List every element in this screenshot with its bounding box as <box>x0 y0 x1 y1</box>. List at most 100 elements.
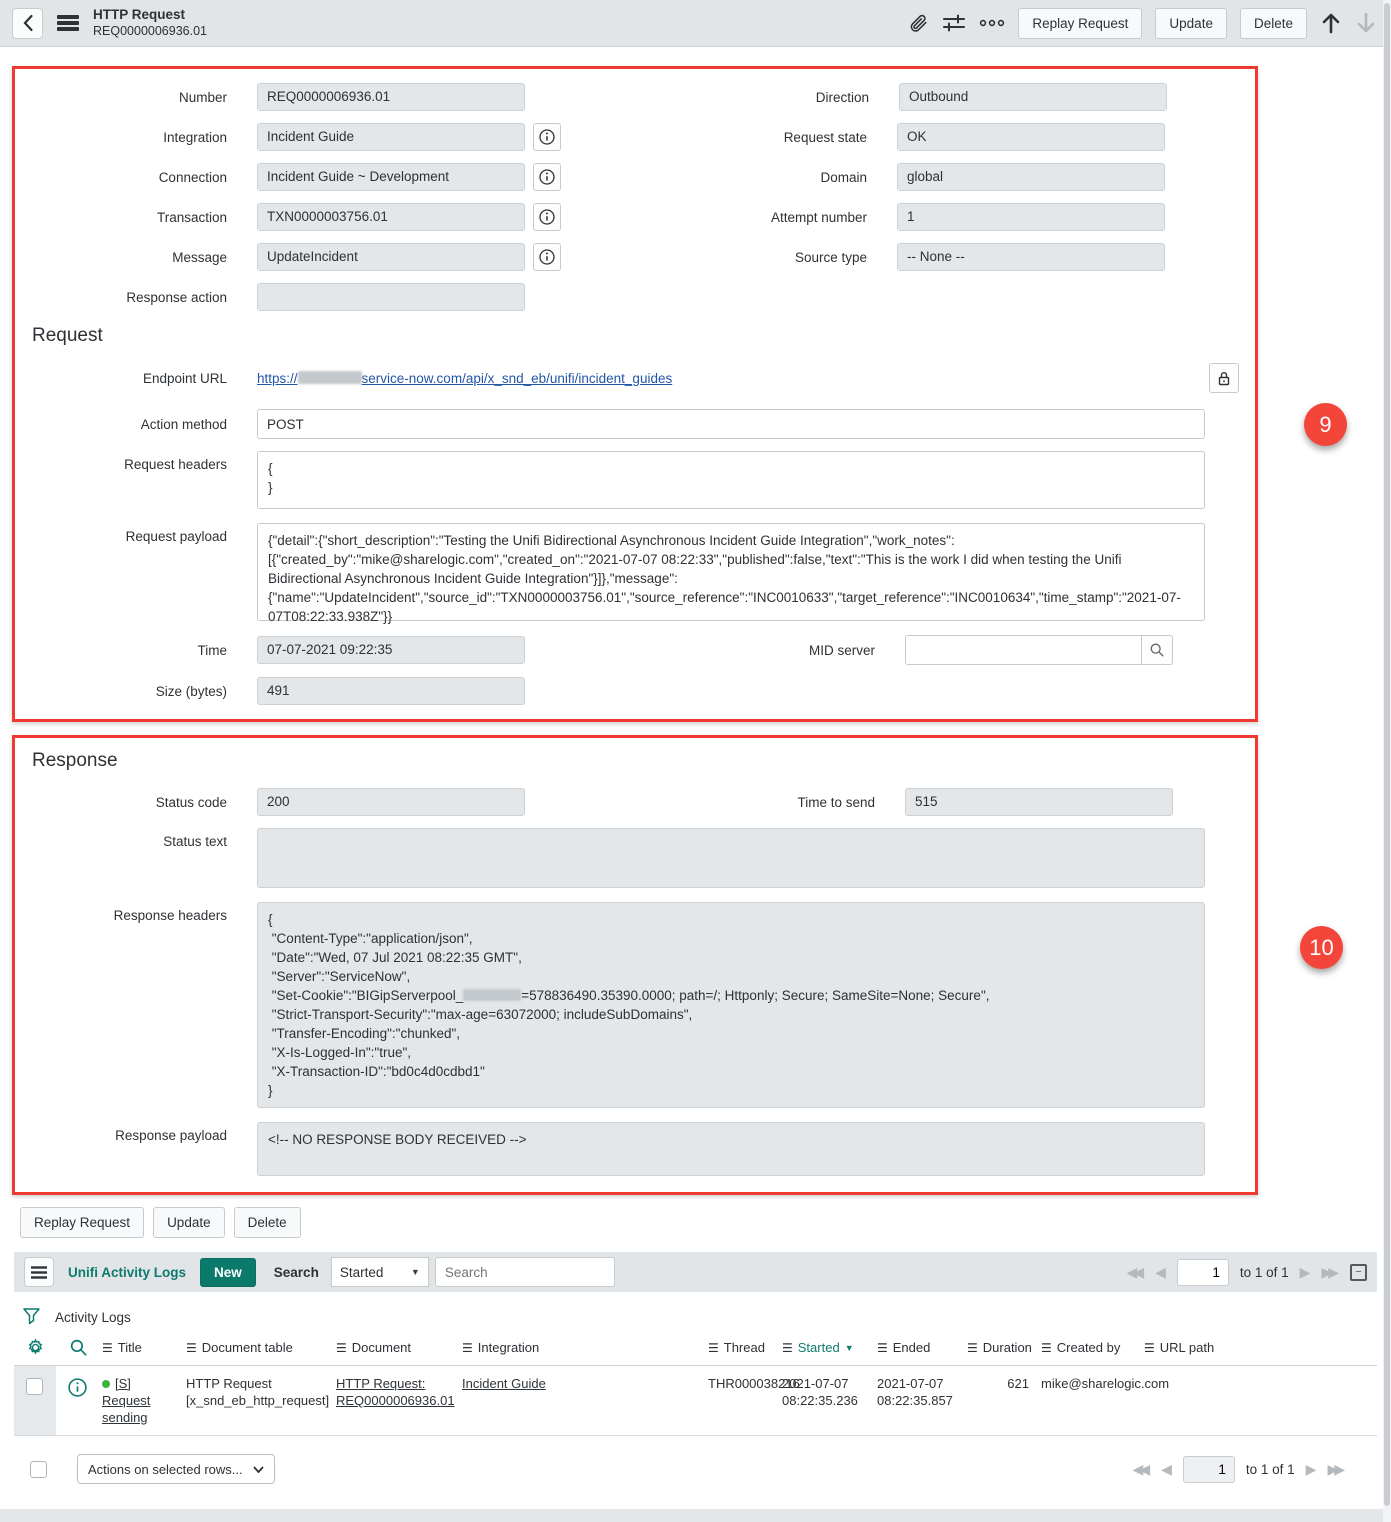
column-header-integration[interactable]: ☰Integration <box>454 1330 700 1365</box>
row-checkbox-cell <box>14 1366 56 1435</box>
next-record-arrow-icon[interactable] <box>1355 11 1377 35</box>
scrollbar-thumb[interactable] <box>1384 3 1390 1506</box>
page-range-text: to 1 of 1 <box>1246 1462 1295 1477</box>
attachment-paperclip-icon[interactable] <box>907 12 929 34</box>
column-menu-icon[interactable]: ☰ <box>782 1341 793 1355</box>
footer-delete-button[interactable]: Delete <box>234 1207 301 1238</box>
list-search-icon[interactable] <box>56 1330 100 1365</box>
personalize-form-sliders-icon[interactable] <box>942 12 966 34</box>
column-header-started[interactable]: ☰Started▼ <box>780 1330 875 1365</box>
cell-url-path <box>1142 1366 1377 1435</box>
column-menu-icon[interactable]: ☰ <box>1041 1341 1052 1355</box>
column-header-title[interactable]: ☰Title <box>100 1330 184 1365</box>
column-header-url-path[interactable]: ☰URL path <box>1142 1330 1377 1365</box>
last-page-icon[interactable]: ▶▶ <box>1321 1265 1339 1279</box>
new-record-button[interactable]: New <box>200 1258 256 1287</box>
delete-button[interactable]: Delete <box>1240 8 1307 39</box>
document-link[interactable]: HTTP Request: REQ0000006936.01 <box>336 1376 455 1408</box>
previous-record-arrow-icon[interactable] <box>1320 11 1342 35</box>
list-pagination-bottom: ◀◀ ◀ to 1 of 1 ▶ ▶▶ <box>1133 1456 1377 1483</box>
column-header-document[interactable]: ☰Document <box>334 1330 454 1365</box>
next-page-icon[interactable]: ▶ <box>1300 1265 1311 1279</box>
form-header-bar: HTTP Request REQ0000006936.01 Replay Req… <box>0 0 1391 47</box>
mid-server-lookup-button[interactable] <box>1142 635 1173 665</box>
column-menu-icon[interactable]: ☰ <box>186 1341 197 1355</box>
status-text-field <box>257 828 1205 888</box>
column-menu-icon[interactable]: ☰ <box>102 1341 113 1355</box>
cell-thread: THR000038216 <box>700 1366 780 1435</box>
column-menu-icon[interactable]: ☰ <box>1144 1341 1155 1355</box>
lock-icon <box>1216 370 1232 387</box>
search-field-select[interactable]: Started ▼ <box>331 1257 429 1287</box>
record-preview-info-icon[interactable] <box>67 1377 88 1426</box>
column-menu-icon[interactable]: ☰ <box>877 1341 888 1355</box>
last-page-icon[interactable]: ▶▶ <box>1327 1462 1345 1476</box>
previous-page-icon[interactable]: ◀ <box>1155 1265 1166 1279</box>
integration-reference-info-button[interactable] <box>533 123 561 151</box>
attempt-number-label: Attempt number <box>561 210 867 225</box>
response-headers-label: Response headers <box>15 902 227 923</box>
endpoint-url-lock-button[interactable] <box>1209 363 1239 393</box>
column-header-document-table[interactable]: ☰Document table <box>184 1330 334 1365</box>
list-context-menu-button[interactable] <box>24 1257 54 1287</box>
list-pagination-top: ◀◀ ◀ to 1 of 1 ▶ ▶▶ − <box>1127 1259 1367 1286</box>
actions-on-selected-rows-select[interactable]: Actions on selected rows... <box>77 1454 275 1484</box>
time-to-send-field: 515 <box>905 788 1173 816</box>
cell-title: [S] Request sending <box>100 1366 184 1435</box>
footer-update-button[interactable]: Update <box>153 1207 225 1238</box>
action-method-label: Action method <box>15 417 227 432</box>
request-headers-textarea[interactable]: { } <box>257 451 1205 509</box>
related-list-title-link[interactable]: Unifi Activity Logs <box>68 1265 186 1280</box>
list-personalize-gear-icon[interactable] <box>14 1330 56 1365</box>
more-options-icon[interactable] <box>979 17 1005 29</box>
column-menu-icon[interactable]: ☰ <box>708 1341 719 1355</box>
activity-logs-breadcrumb[interactable]: Activity Logs <box>55 1310 131 1325</box>
redacted-instance-name <box>298 371 362 384</box>
column-header-created-by[interactable]: ☰Created by <box>1035 1330 1142 1365</box>
update-button[interactable]: Update <box>1155 8 1227 39</box>
next-page-icon[interactable]: ▶ <box>1306 1462 1317 1476</box>
first-page-icon[interactable]: ◀◀ <box>1127 1265 1145 1279</box>
endpoint-url-link[interactable]: https://service-now.com/api/x_snd_eb/uni… <box>257 371 672 386</box>
transaction-reference-info-button[interactable] <box>533 203 561 231</box>
activity-logs-header-row: ☰Title ☰Document table ☰Document ☰Integr… <box>14 1330 1377 1366</box>
column-header-thread[interactable]: ☰Thread <box>700 1330 780 1365</box>
endpoint-url-prefix: https:// <box>257 371 298 386</box>
row-preview-cell <box>56 1366 100 1435</box>
action-method-input[interactable] <box>257 409 1205 439</box>
connection-reference-info-button[interactable] <box>533 163 561 191</box>
search-icon <box>1149 642 1165 658</box>
form-context-menu-icon[interactable] <box>57 15 79 31</box>
request-state-field: OK <box>897 123 1165 151</box>
response-action-field <box>257 283 525 311</box>
page-bottom-strip <box>0 1509 1391 1522</box>
footer-replay-request-button[interactable]: Replay Request <box>20 1207 144 1238</box>
message-reference-info-button[interactable] <box>533 243 561 271</box>
mid-server-input[interactable] <box>905 635 1142 665</box>
previous-page-icon[interactable]: ◀ <box>1161 1462 1172 1476</box>
collapse-list-icon[interactable]: − <box>1350 1264 1367 1281</box>
replay-request-button[interactable]: Replay Request <box>1018 8 1142 39</box>
info-icon <box>538 168 556 186</box>
first-page-icon[interactable]: ◀◀ <box>1133 1462 1151 1476</box>
filter-funnel-icon[interactable] <box>22 1307 41 1327</box>
column-menu-icon[interactable]: ☰ <box>462 1341 473 1355</box>
request-payload-textarea[interactable]: {"detail":{"short_description":"Testing … <box>257 523 1205 621</box>
response-headers-part2: =578836490.35390.0000; path=/; Httponly;… <box>268 988 989 1098</box>
vertical-scrollbar[interactable] <box>1383 0 1391 1522</box>
chevron-down-icon <box>253 1466 264 1473</box>
page-number-input[interactable] <box>1177 1259 1229 1286</box>
page-number-input[interactable] <box>1183 1456 1235 1483</box>
time-label: Time <box>15 643 227 658</box>
integration-link[interactable]: Incident Guide <box>462 1376 546 1391</box>
list-search-input[interactable] <box>435 1257 615 1287</box>
back-button[interactable] <box>12 8 43 39</box>
integration-label: Integration <box>15 130 227 145</box>
column-header-duration[interactable]: ☰Duration <box>965 1330 1035 1365</box>
column-menu-icon[interactable]: ☰ <box>336 1341 347 1355</box>
select-all-checkbox[interactable] <box>30 1461 47 1478</box>
row-checkbox[interactable] <box>26 1378 43 1395</box>
column-menu-icon[interactable]: ☰ <box>967 1341 978 1355</box>
column-header-ended[interactable]: ☰Ended <box>875 1330 965 1365</box>
search-field-selected-option: Started <box>340 1265 384 1280</box>
